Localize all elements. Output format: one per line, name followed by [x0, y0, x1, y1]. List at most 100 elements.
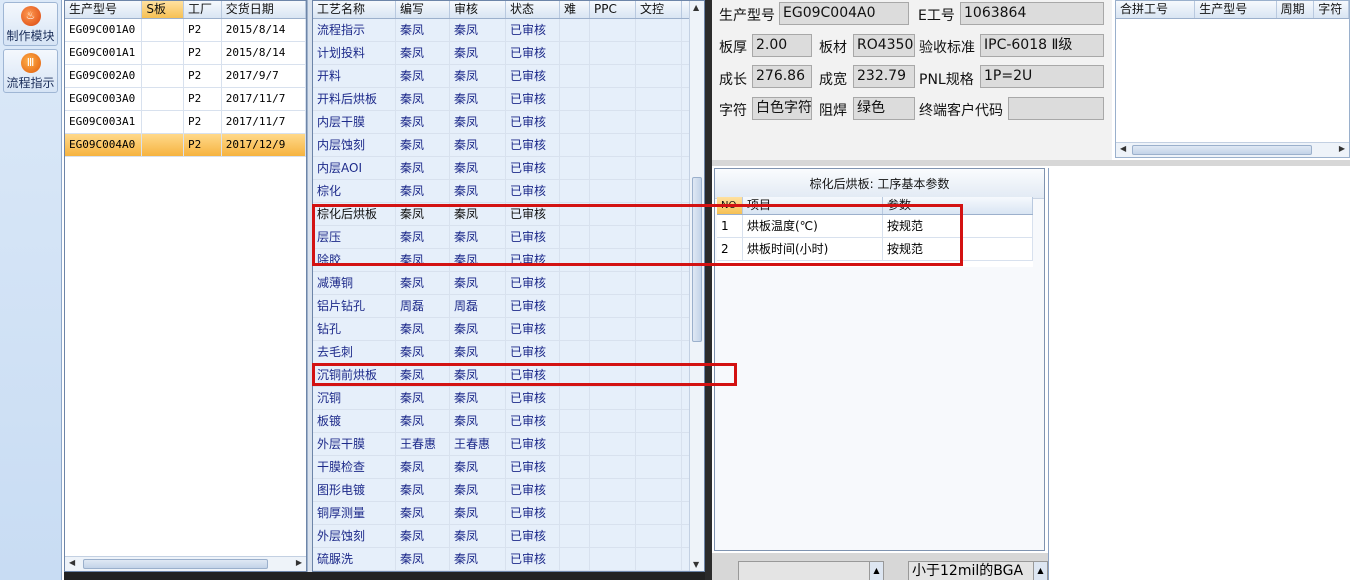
process-row[interactable]: 沉铜 秦凤 秦凤 已审核 [313, 387, 704, 410]
process-row[interactable]: 内层干膜 秦凤 秦凤 已审核 [313, 111, 704, 134]
spin-icon[interactable]: ▲ [869, 562, 883, 580]
empty-cell [590, 525, 636, 547]
header-difficulty[interactable]: 难 [560, 1, 590, 18]
flow-guide-button[interactable]: Ⅲ 流程指示 [3, 49, 58, 93]
header-reviewer[interactable]: 审核 [450, 1, 506, 18]
customer-field[interactable] [1008, 97, 1104, 120]
scroll-left-icon[interactable]: ◀ [69, 558, 75, 567]
header-merge-model[interactable]: 生产型号 [1195, 1, 1277, 18]
process-row[interactable]: 铝片钻孔 周磊 周磊 已审核 [313, 295, 704, 318]
author-cell: 秦凤 [396, 525, 450, 547]
process-row[interactable]: 外层蚀刻 秦凤 秦凤 已审核 [313, 525, 704, 548]
model-field[interactable]: EG09C004A0 [779, 2, 909, 25]
params-bottom-bar: ▲ 小于12mil的BGA ▲ [712, 553, 1048, 580]
process-name-cell: 减薄铜 [313, 272, 396, 294]
empty-cell [590, 157, 636, 179]
process-vscrollbar[interactable]: ▲ ▼ [689, 1, 704, 571]
pnl-field[interactable]: 1P=2U [980, 65, 1104, 88]
model-hscrollbar[interactable]: ◀ ▶ [65, 556, 306, 571]
empty-cell [590, 387, 636, 409]
process-name-cell: 沉铜 [313, 387, 396, 409]
process-row[interactable]: 铜厚测量 秦凤 秦凤 已审核 [313, 502, 704, 525]
length-field[interactable]: 276.86 [752, 65, 812, 88]
header-ppc[interactable]: PPC [590, 1, 636, 18]
left-combo[interactable]: ▲ [738, 561, 884, 580]
standard-field[interactable]: IPC-6018 Ⅱ级 [980, 34, 1104, 57]
header-legend[interactable]: 字符 [1314, 1, 1349, 18]
header-delivery-date[interactable]: 交货日期 [222, 1, 306, 18]
header-process-name[interactable]: 工艺名称 [313, 1, 396, 18]
process-name-cell: 板镀 [313, 410, 396, 432]
process-row[interactable]: 外层干膜 王春惠 王春惠 已审核 [313, 433, 704, 456]
bga-combo[interactable]: 小于12mil的BGA ▲ [908, 561, 1048, 580]
s-board-cell [142, 19, 185, 41]
process-row[interactable]: 内层AOI 秦凤 秦凤 已审核 [313, 157, 704, 180]
header-s-board[interactable]: S板 [142, 1, 185, 18]
horizontal-divider[interactable] [712, 160, 1350, 166]
author-cell: 秦凤 [396, 341, 450, 363]
reviewer-cell: 秦凤 [450, 525, 506, 547]
empty-cell [560, 272, 590, 294]
model-row[interactable]: EG09C003A0 P2 2017/11/7 [65, 88, 306, 111]
process-row[interactable]: 开料 秦凤 秦凤 已审核 [313, 65, 704, 88]
s-board-cell [142, 42, 185, 64]
process-row[interactable]: 减薄铜 秦凤 秦凤 已审核 [313, 272, 704, 295]
process-row[interactable]: 图形电镀 秦凤 秦凤 已审核 [313, 479, 704, 502]
model-row[interactable]: EG09C001A1 P2 2015/8/14 [65, 42, 306, 65]
process-name-cell: 硫脲洗 [313, 548, 396, 570]
process-row[interactable]: 板镀 秦凤 秦凤 已审核 [313, 410, 704, 433]
header-model[interactable]: 生产型号 [65, 1, 143, 18]
process-row[interactable]: 棕化 秦凤 秦凤 已审核 [313, 180, 704, 203]
scroll-left-icon[interactable]: ◀ [1120, 144, 1126, 153]
process-row[interactable]: 硫脲洗 秦凤 秦凤 已审核 [313, 548, 704, 571]
header-author[interactable]: 编写 [396, 1, 450, 18]
empty-cell [636, 180, 682, 202]
eno-field[interactable]: 1063864 [960, 2, 1104, 25]
model-hscroll-thumb[interactable] [83, 559, 268, 569]
scroll-right-icon[interactable]: ▶ [1339, 144, 1345, 153]
scroll-down-icon[interactable]: ▼ [693, 560, 699, 569]
model-row[interactable]: EG09C002A0 P2 2017/9/7 [65, 65, 306, 88]
author-cell: 秦凤 [396, 134, 450, 156]
header-merge-no[interactable]: 合拼工号 [1116, 1, 1196, 18]
empty-cell [560, 341, 590, 363]
status-cell: 已审核 [506, 272, 560, 294]
reviewer-cell: 秦凤 [450, 180, 506, 202]
merge-hscroll-thumb[interactable] [1132, 145, 1312, 155]
legend-field[interactable]: 白色字符 [752, 97, 812, 120]
mask-field[interactable]: 绿色 [853, 97, 915, 120]
process-row[interactable]: 计划投料 秦凤 秦凤 已审核 [313, 42, 704, 65]
header-status[interactable]: 状态 [506, 1, 560, 18]
s-board-cell [142, 88, 185, 110]
main-splitter[interactable] [705, 0, 712, 580]
process-row[interactable]: 钻孔 秦凤 秦凤 已审核 [313, 318, 704, 341]
process-row[interactable]: 流程指示 秦凤 秦凤 已审核 [313, 19, 704, 42]
thickness-field[interactable]: 2.00 [752, 34, 812, 57]
delivery-date-cell: 2017/9/7 [222, 65, 306, 87]
process-name-cell: 内层干膜 [313, 111, 396, 133]
status-cell: 已审核 [506, 19, 560, 41]
make-module-button[interactable]: ♨ 制作模块 [3, 2, 58, 46]
header-doc-control[interactable]: 文控 [636, 1, 682, 18]
material-field[interactable]: RO4350B [853, 34, 915, 57]
process-row[interactable]: 干膜检查 秦凤 秦凤 已审核 [313, 456, 704, 479]
process-grid-header: 工艺名称 编写 审核 状态 难 PPC 文控 [313, 1, 704, 19]
model-row[interactable]: EG09C001A0 P2 2015/8/14 [65, 19, 306, 42]
process-row[interactable]: 去毛刺 秦凤 秦凤 已审核 [313, 341, 704, 364]
process-row[interactable]: 内层蚀刻 秦凤 秦凤 已审核 [313, 134, 704, 157]
header-factory[interactable]: 工厂 [184, 1, 222, 18]
process-row[interactable]: 开料后烘板 秦凤 秦凤 已审核 [313, 88, 704, 111]
merge-grid: 合拼工号 生产型号 周期 字符 ◀ ▶ [1115, 0, 1350, 158]
reviewer-cell: 秦凤 [450, 456, 506, 478]
merge-hscrollbar[interactable]: ◀ ▶ [1116, 142, 1349, 157]
model-row[interactable]: EG09C003A1 P2 2017/11/7 [65, 111, 306, 134]
scroll-up-icon[interactable]: ▲ [693, 3, 699, 12]
model-cell: EG09C001A1 [65, 42, 143, 64]
header-cycle[interactable]: 周期 [1277, 1, 1315, 18]
empty-cell [636, 548, 682, 570]
spin-icon[interactable]: ▲ [1033, 562, 1047, 580]
scroll-right-icon[interactable]: ▶ [296, 558, 302, 567]
width-field[interactable]: 232.79 [853, 65, 915, 88]
reviewer-cell: 秦凤 [450, 19, 506, 41]
model-row[interactable]: EG09C004A0 P2 2017/12/9 [65, 134, 306, 157]
